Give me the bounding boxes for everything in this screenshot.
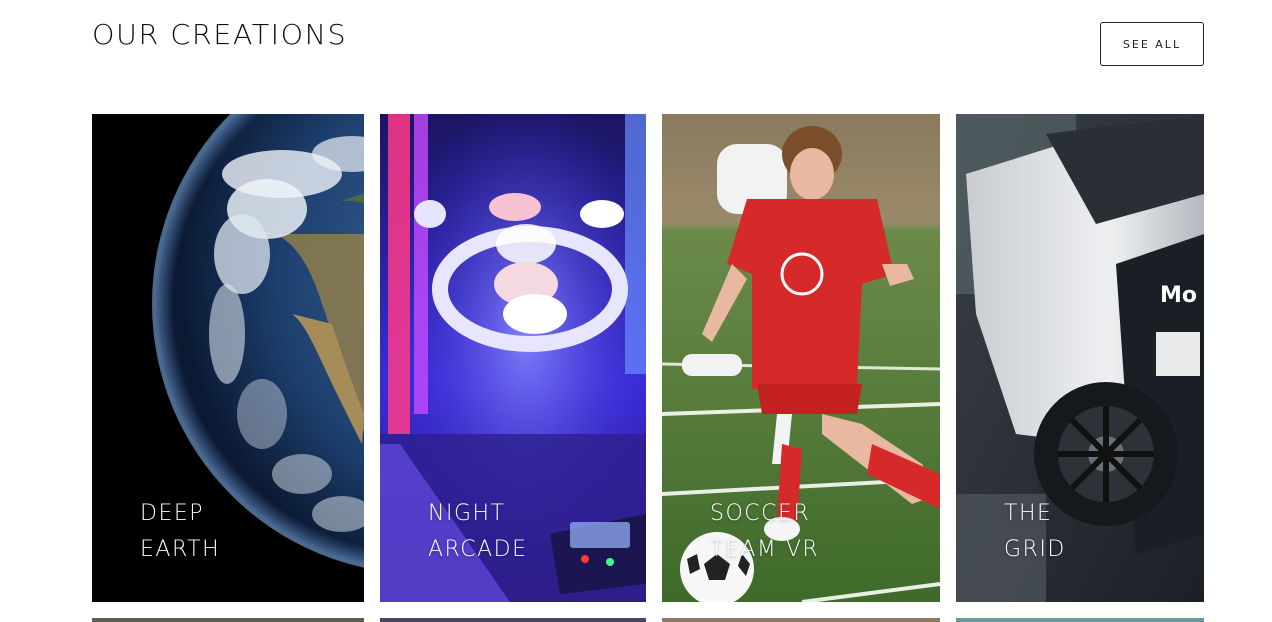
card-label-line2: ARCADE: [428, 537, 528, 562]
car-sponsor-text: Mo: [1160, 283, 1197, 308]
section-title: OUR CREATIONS: [92, 18, 348, 51]
creation-card-soccer-team-vr[interactable]: SOCCER TEAM VR: [662, 114, 940, 602]
creation-card-deep-earth[interactable]: DEEP EARTH: [92, 114, 364, 602]
card-label-line2: EARTH: [140, 537, 221, 562]
next-row-card-4[interactable]: [956, 618, 1204, 622]
card-label-line1: DEEP: [140, 501, 205, 526]
earth-image: [92, 114, 364, 602]
page: OUR CREATIONS SEE ALL DEEP EARTH NIGHT A…: [0, 0, 1272, 622]
card-label-line1: SOCCER: [710, 501, 811, 526]
creation-card-the-grid[interactable]: Mo THE GRID: [956, 114, 1204, 602]
creation-card-night-arcade[interactable]: NIGHT ARCADE: [380, 114, 646, 602]
see-all-button[interactable]: SEE ALL: [1100, 22, 1204, 66]
card-label: THE GRID: [1004, 496, 1066, 568]
card-label: DEEP EARTH: [140, 496, 220, 568]
next-row-card-2[interactable]: [380, 618, 646, 622]
card-label-line1: NIGHT: [428, 501, 506, 526]
card-label-line1: THE: [1004, 501, 1053, 526]
card-label-line2: TEAM VR: [710, 537, 820, 562]
card-label: NIGHT ARCADE: [428, 496, 528, 568]
next-row-card-3[interactable]: [662, 618, 940, 622]
next-row-card-1[interactable]: [92, 618, 364, 622]
race-car-image: Mo: [956, 114, 1204, 602]
card-label-line2: GRID: [1004, 537, 1066, 562]
card-label: SOCCER TEAM VR: [710, 496, 819, 568]
